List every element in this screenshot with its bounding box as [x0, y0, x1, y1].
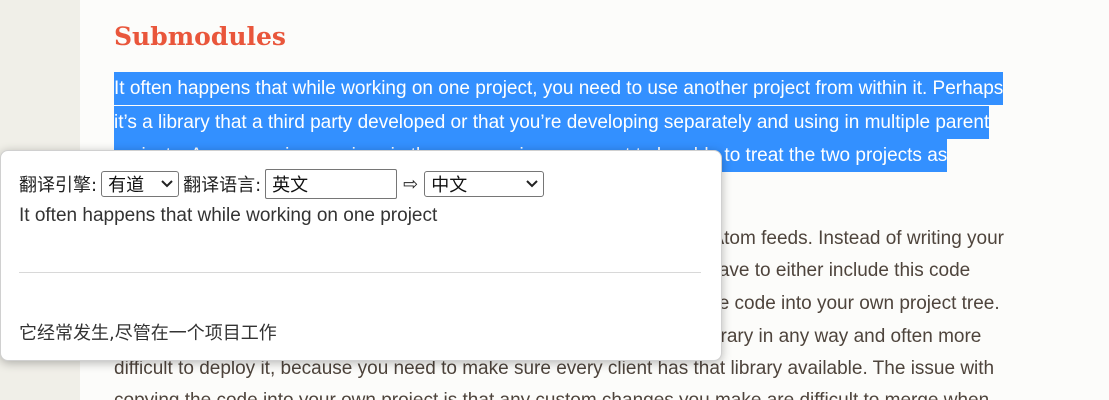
engine-select[interactable]: 有道: [101, 171, 180, 197]
translation-popup: 翻译引擎: 有道 翻译语言: ⇨ 中文 It often happens tha…: [0, 150, 722, 361]
target-language-select[interactable]: 中文: [424, 171, 545, 197]
engine-select-value: 有道: [108, 175, 145, 196]
paragraph-line: copying the code into your own project i…: [114, 384, 989, 400]
translation-result: 它经常发生,尽管在一个项目工作: [19, 323, 277, 344]
translation-toolbar: 翻译引擎: 有道 翻译语言: ⇨ 中文: [19, 169, 545, 199]
source-language-input[interactable]: [265, 169, 398, 199]
language-label: 翻译语言:: [183, 175, 262, 196]
chevron-down-icon: [161, 180, 173, 188]
engine-label: 翻译引擎:: [19, 175, 98, 196]
arrow-right-icon: ⇨: [403, 173, 419, 195]
source-text: It often happens that while working on o…: [19, 205, 438, 226]
selected-text-line[interactable]: It often happens that while working on o…: [114, 72, 1004, 105]
section-heading: Submodules: [114, 22, 286, 51]
selected-text-line[interactable]: it’s a library that a third party develo…: [114, 106, 990, 139]
chevron-down-icon: [526, 180, 538, 188]
divider: [19, 272, 701, 273]
target-language-value: 中文: [431, 175, 468, 196]
